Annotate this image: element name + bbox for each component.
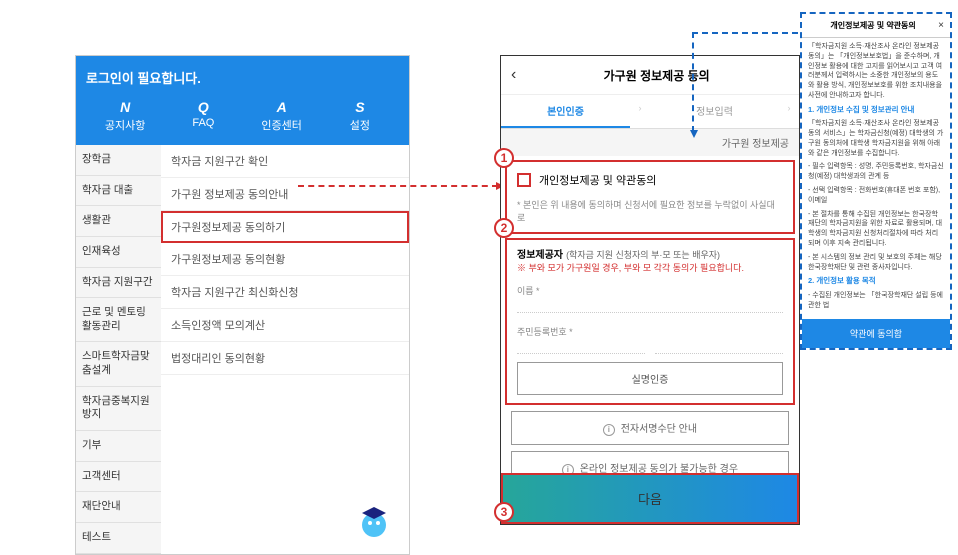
callout-1: 1	[494, 148, 514, 168]
consent-checkbox-row[interactable]: 개인정보제공 및 약관동의	[507, 162, 793, 198]
phone-mockup: ‹ 가구원 정보제공 동의 본인인증 › 정보입력 › 가구원 정보제공 개인정…	[500, 55, 800, 525]
content-item[interactable]: 소득인정액 모의계산	[161, 309, 409, 342]
popup-sec1-b4: - 본 시스템의 정보 관리 및 보호의 주체는 해당 한국장학재단 및 관련 …	[808, 253, 944, 273]
rrn-input-1[interactable]	[517, 342, 645, 354]
terms-popup: 개인정보제공 및 약관동의 × 「학자금지원 소득·재산조사 온라인 정보제공 …	[800, 12, 952, 350]
info-icon: i	[603, 424, 615, 436]
nav-auth[interactable]: A 인증센터	[243, 99, 321, 133]
section-label: 가구원 정보제공	[501, 129, 799, 156]
nav-row: N 공지사항 Q FAQ A 인증센터 S 설정	[86, 99, 399, 133]
rrn-input-2[interactable]	[655, 342, 783, 354]
body-row: 장학금 학자금 대출 생활관 인재육성 학자금 지원구간 근로 및 멘토링 활동…	[76, 145, 409, 554]
esign-info-button[interactable]: i 전자서명수단 안내	[511, 411, 789, 445]
login-required-text: 로그인이 필요합니다.	[86, 68, 399, 87]
popup-title: 개인정보제공 및 약관동의	[808, 20, 938, 31]
tab-info[interactable]: 정보입력	[650, 95, 779, 128]
popup-sec1-title: 1. 개인정보 수집 및 정보관리 안내	[808, 105, 944, 116]
login-banner: 로그인이 필요합니다. N 공지사항 Q FAQ A 인증센터 S 설정	[76, 56, 409, 145]
sidebar-item[interactable]: 근로 및 멘토링 활동관리	[76, 298, 161, 342]
provider-box: 정보제공자 (학자금 지원 신청자의 부·모 또는 배우자) ※ 부와 모가 가…	[505, 238, 795, 405]
sidebar: 장학금 학자금 대출 생활관 인재육성 학자금 지원구간 근로 및 멘토링 활동…	[76, 145, 161, 554]
popup-sec1-b1: - 필수 입력항목 : 성명, 주민등록번호, 학자금신청(예정) 대학생과의 …	[808, 162, 944, 182]
popup-intro: 「학자금지원 소득·재산조사 온라인 정보제공 동의」는 「개인정보보호법」을 …	[808, 42, 944, 101]
mascot-icon	[354, 499, 394, 539]
popup-sec2-title: 2. 개인정보 활용 목적	[808, 276, 944, 287]
sidebar-item[interactable]: 스마트학자금맞춤설계	[76, 342, 161, 386]
checkbox-icon[interactable]	[517, 173, 531, 187]
sidebar-item[interactable]: 인재육성	[76, 237, 161, 268]
provider-label: 정보제공자	[517, 250, 563, 261]
consent-note: * 본인은 위 내용에 동의하며 신청서에 필요한 정보를 누락없이 사실대로	[507, 198, 793, 232]
close-icon[interactable]: ×	[938, 20, 944, 31]
arrow-red	[298, 185, 498, 187]
sidebar-item[interactable]: 테스트	[76, 523, 161, 554]
name-input[interactable]	[517, 301, 783, 313]
sidebar-item[interactable]: 학자금 대출	[76, 176, 161, 207]
name-label: 이름 *	[507, 280, 793, 299]
content-item[interactable]: 가구원정보제공 동의현황	[161, 243, 409, 276]
sidebar-item[interactable]: 재단안내	[76, 492, 161, 523]
nav-settings[interactable]: S 설정	[321, 99, 399, 133]
consent-label: 개인정보제공 및 약관동의	[539, 172, 656, 188]
content-item[interactable]: 학자금 지원구간 최신화신청	[161, 276, 409, 309]
nav-notice[interactable]: N 공지사항	[86, 99, 164, 133]
agree-button[interactable]: 약관에 동의함	[802, 319, 950, 348]
left-panel: 로그인이 필요합니다. N 공지사항 Q FAQ A 인증센터 S 설정 장학금…	[75, 55, 410, 555]
next-button[interactable]: 다음	[501, 473, 799, 524]
content-item[interactable]: 학자금 지원구간 확인	[161, 145, 409, 178]
tab-identity[interactable]: 본인인증	[501, 95, 630, 128]
info-provider: 정보제공자 (학자금 지원 신청자의 부·모 또는 배우자) ※ 부와 모가 가…	[507, 240, 793, 280]
rrn-label: 주민등록번호 *	[507, 321, 793, 340]
provider-warning: ※ 부와 모가 가구원일 경우, 부와 모 각각 동의가 필요합니다.	[517, 261, 783, 274]
rrn-inputs	[517, 342, 783, 354]
sidebar-item[interactable]: 생활관	[76, 206, 161, 237]
chevron-right-icon: ›	[779, 95, 799, 128]
nav-faq[interactable]: Q FAQ	[164, 99, 242, 133]
content-list: 학자금 지원구간 확인 가구원 정보제공 동의안내 가구원정보제공 동의하기 가…	[161, 145, 409, 554]
sidebar-item[interactable]: 고객센터	[76, 462, 161, 493]
popup-sec1-body: 「학자금지원 소득·재산조사 온라인 정보제공 동의 서비스」는 학자금신청(예…	[808, 119, 944, 158]
sidebar-item[interactable]: 기부	[76, 431, 161, 462]
verify-name-button[interactable]: 실명인증	[517, 362, 783, 395]
popup-sec1-b2: - 선택 입력항목 : 전화번호(휴대폰 번호 포함), 이메일	[808, 186, 944, 206]
popup-body: 「학자금지원 소득·재산조사 온라인 정보제공 동의」는 「개인정보보호법」을 …	[802, 38, 950, 319]
sidebar-item[interactable]: 장학금	[76, 145, 161, 176]
content-item-consent[interactable]: 가구원정보제공 동의하기	[161, 211, 409, 243]
chevron-right-icon: ›	[630, 95, 650, 128]
phone-header: ‹ 가구원 정보제공 동의	[501, 56, 799, 95]
content-item[interactable]: 가구원 정보제공 동의안내	[161, 178, 409, 211]
arrow-blue-v	[692, 32, 694, 132]
sidebar-item[interactable]: 학자금중복지원방지	[76, 387, 161, 431]
popup-sec1-b3: - 본 절차를 통해 수집된 개인정보는 한국장학재단의 학자금지원을 위한 자…	[808, 210, 944, 249]
content-item[interactable]: 법정대리인 동의현황	[161, 342, 409, 375]
callout-3: 3	[494, 502, 514, 522]
consent-box: 개인정보제공 및 약관동의 * 본인은 위 내용에 동의하며 신청서에 필요한 …	[505, 160, 795, 234]
tabs: 본인인증 › 정보입력 ›	[501, 95, 799, 129]
arrow-blue-h	[692, 32, 798, 34]
sidebar-item[interactable]: 학자금 지원구간	[76, 268, 161, 299]
callout-2: 2	[494, 218, 514, 238]
popup-header: 개인정보제공 및 약관동의 ×	[802, 14, 950, 38]
back-icon[interactable]: ‹	[511, 66, 516, 84]
provider-sub: (학자금 지원 신청자의 부·모 또는 배우자)	[566, 250, 720, 260]
popup-sec2-body: - 수집된 개인정보는 「한국장학재단 설립 등에 관한 법	[808, 291, 944, 311]
phone-title: 가구원 정보제공 동의	[524, 67, 789, 84]
